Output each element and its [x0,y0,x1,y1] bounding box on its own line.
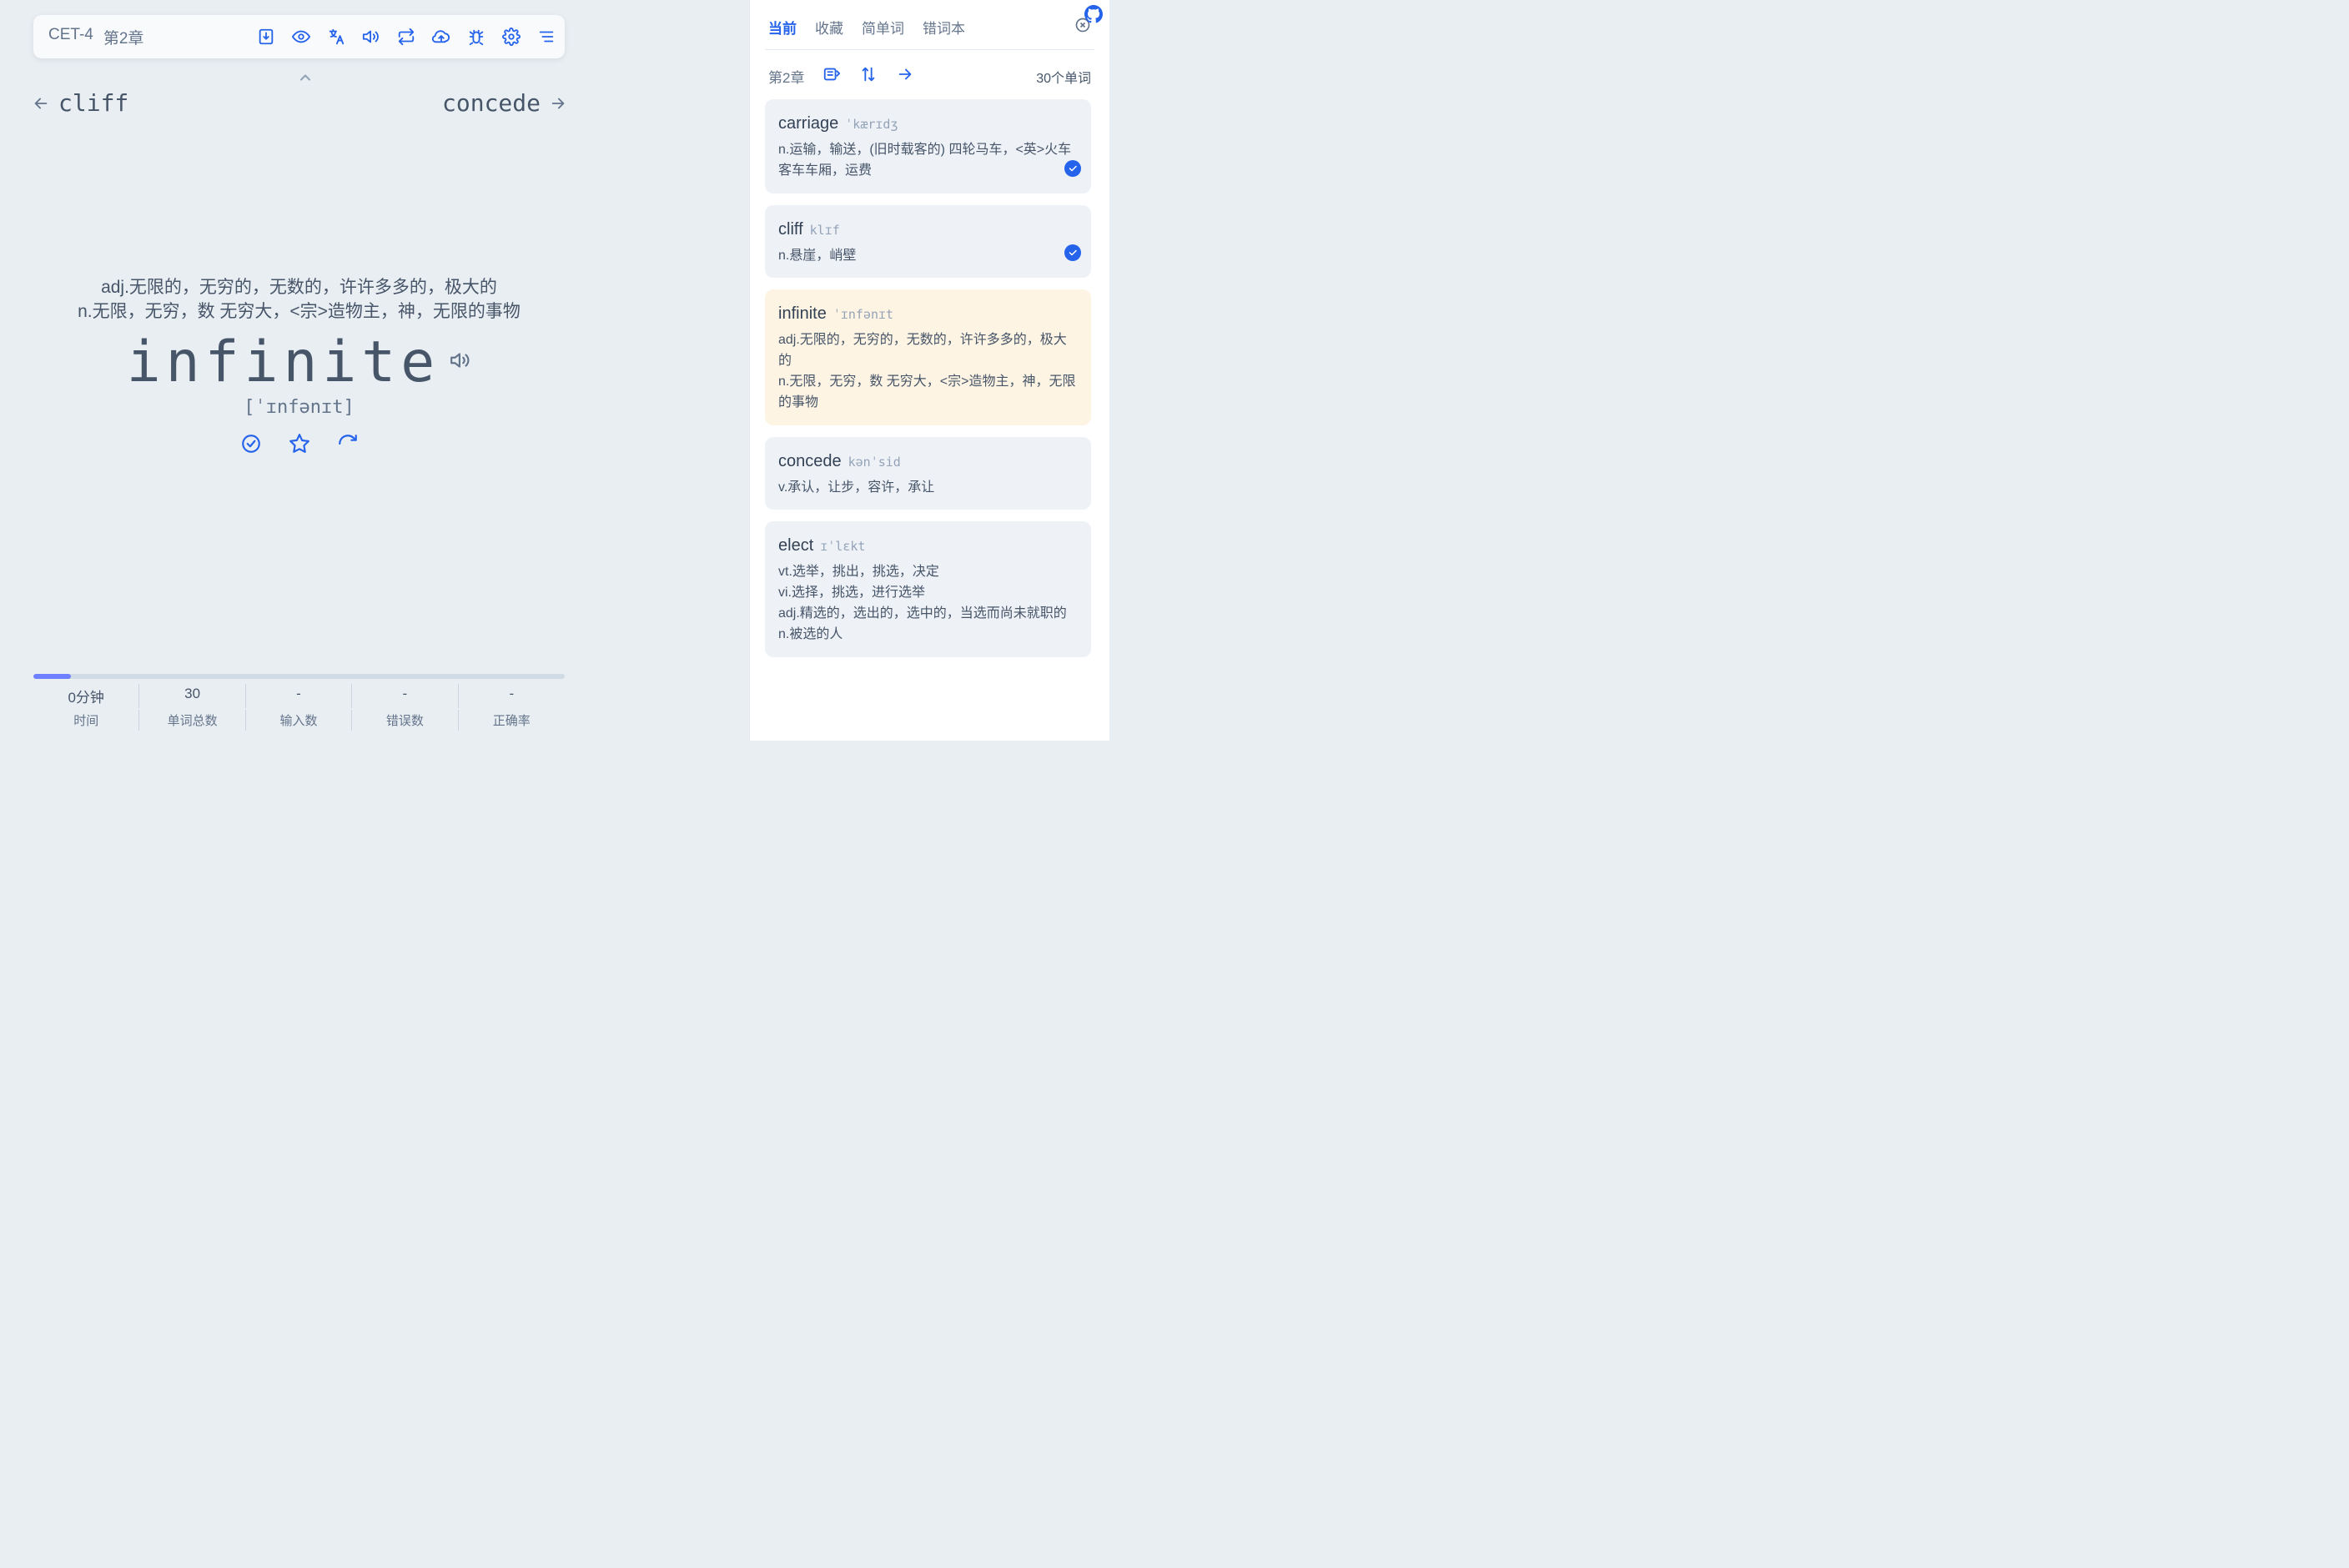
stats-values: 0分钟 30 - - - [33,684,565,708]
card-word: infinite [778,304,827,323]
stat-value-accuracy: - [459,684,565,708]
cloud-icon[interactable] [431,27,451,47]
definition-line-1: adj.无限的，无穷的，无数的，许许多多的，极大的 [33,275,565,299]
sort-icon[interactable] [859,65,878,88]
github-icon[interactable] [1084,5,1103,28]
card-definition: vi.选择，挑选，进行选举 [778,583,1078,604]
tab-wrong[interactable]: 错词本 [923,17,965,38]
card-definition: n.无限，无穷，数 无穷大，<宗>造物主，神，无限的事物 [778,372,1078,414]
translate-icon[interactable] [326,27,346,47]
tab-simple[interactable]: 简单词 [862,17,904,38]
prev-word-label: cliff [58,89,128,117]
stat-label-total: 单词总数 [139,710,245,731]
word-card[interactable]: concede kənˈsid v.承认，让步，容许，承让 [765,437,1091,510]
stat-label-error: 错误数 [352,710,458,731]
main-word: infinite [127,329,440,395]
menu-icon[interactable] [536,27,556,47]
star-icon[interactable] [289,433,310,459]
volume-icon[interactable] [361,27,381,47]
word-card[interactable]: elect ɪˈlɛkt vt.选举，挑出，挑选，决定vi.选择，挑选，进行选举ad… [765,521,1091,656]
skip-icon[interactable] [337,433,359,459]
word-card[interactable]: infinite ˈɪnfənɪt adj.无限的，无穷的，无数的，许许多多的，极大… [765,289,1091,425]
stat-value-time: 0分钟 [33,684,139,708]
word-panel: adj.无限的，无穷的，无数的，许许多多的，极大的 n.无限，无穷，数 无穷大，… [33,275,565,459]
card-definition: adj.无限的，无穷的，无数的，许许多多的，极大的 [778,330,1078,372]
stat-label-input: 输入数 [246,710,352,731]
shuffle-icon[interactable] [822,65,841,88]
next-word-button[interactable]: concede [442,89,567,117]
phonetic: [ˈɪnfənɪt] [33,397,565,418]
side-panel: 当前 收藏 简单词 错词本 第2章 30个单词 carriage ˈkærɪdʒ n… [749,0,1109,741]
progress-fill [33,674,71,679]
card-word: carriage [778,114,838,133]
repeat-icon[interactable] [396,27,416,47]
next-word-label: concede [442,89,541,117]
card-phonetic: ɪˈlɛkt [820,539,865,554]
definition-line-2: n.无限，无穷，数 无穷大，<宗>造物主，神，无限的事物 [33,299,565,324]
card-phonetic: ˈɪnfənɪt [833,307,893,322]
stats-labels: 时间 单词总数 输入数 错误数 正确率 [33,710,565,731]
prev-word-button[interactable]: cliff [32,89,128,117]
word-card[interactable]: carriage ˈkærɪdʒ n.运输，输送，(旧时载客的) 四轮马车，<英>火… [765,99,1091,193]
stat-value-total: 30 [139,684,245,708]
word-card-list: carriage ˈkærɪdʒ n.运输，输送，(旧时载客的) 四轮马车，<英>火… [765,99,1094,715]
tab-favorite[interactable]: 收藏 [815,17,843,38]
card-phonetic: kənˈsid [848,455,901,470]
word-card[interactable]: cliff klɪf n.悬崖，峭壁 [765,205,1091,279]
next-chapter-icon[interactable] [896,65,914,88]
card-phonetic: klɪf [810,223,840,238]
gear-icon[interactable] [501,27,521,47]
stat-value-input: - [246,684,352,708]
panel-subbar: 第2章 30个单词 [765,50,1094,99]
progress-bar [33,674,565,679]
done-check-icon [1064,244,1081,261]
stat-label-accuracy: 正确率 [459,710,565,731]
stat-label-time: 时间 [33,710,139,731]
stats-bar: 0分钟 30 - - - 时间 单词总数 输入数 错误数 正确率 [33,674,565,731]
card-definition: n.被选的人 [778,625,1078,646]
book-name[interactable]: CET-4 [48,26,93,48]
card-definition: vt.选举，挑出，挑选，决定 [778,562,1078,583]
panel-tabs: 当前 收藏 简单词 错词本 [765,8,1094,50]
speak-icon[interactable] [450,349,471,375]
collapse-up-icon[interactable] [297,69,314,90]
card-definition: v.承认，让步，容许，承让 [778,478,1078,499]
done-check-icon [1064,160,1081,177]
toolbar: CET-4 第2章 [33,15,565,58]
panel-chapter: 第2章 [768,66,804,87]
card-word: elect [778,536,813,555]
stat-value-error: - [352,684,458,708]
mark-done-icon[interactable] [240,433,262,459]
chapter-name[interactable]: 第2章 [103,26,144,48]
card-phonetic: ˈkærɪdʒ [845,117,898,132]
card-definition: adj.精选的，选出的，选中的，当选而尚未就职的 [778,604,1078,625]
eye-icon[interactable] [291,27,311,47]
card-word: concede [778,452,842,470]
tab-current[interactable]: 当前 [768,17,797,38]
bug-icon[interactable] [466,27,486,47]
card-word: cliff [778,220,803,239]
import-icon[interactable] [256,27,276,47]
word-count: 30个单词 [1036,67,1091,87]
card-definition: n.悬崖，峭壁 [778,246,1078,267]
card-definition: n.运输，输送，(旧时载客的) 四轮马车，<英>火车客车车厢，运费 [778,140,1078,182]
